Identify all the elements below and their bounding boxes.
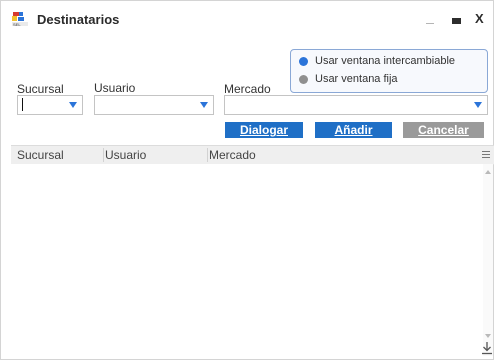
download-icon[interactable] bbox=[481, 341, 493, 355]
close-icon[interactable]: X bbox=[475, 12, 487, 25]
svg-text:SEL: SEL bbox=[13, 22, 21, 27]
sucursal-label: Sucursal bbox=[17, 82, 64, 96]
radio-label: Usar ventana intercambiable bbox=[315, 55, 456, 67]
anadir-button[interactable]: Añadir bbox=[315, 122, 392, 138]
column-header-sucursal[interactable]: Sucursal bbox=[11, 146, 107, 164]
grid-menu-icon[interactable] bbox=[482, 151, 490, 159]
chevron-down-icon[interactable] bbox=[200, 102, 208, 108]
grid-body bbox=[11, 164, 483, 356]
title-bar[interactable]: SEL Destinatarios X bbox=[1, 1, 493, 37]
mercado-label: Mercado bbox=[224, 82, 271, 96]
chevron-down-icon[interactable] bbox=[474, 102, 482, 108]
vertical-scrollbar[interactable] bbox=[483, 164, 493, 356]
grid-header: Sucursal Usuario Mercado bbox=[11, 145, 494, 165]
destinatarios-window: SEL Destinatarios X Usar ventana interca… bbox=[0, 0, 494, 360]
radio-unselected-icon bbox=[299, 75, 308, 84]
usuario-combobox[interactable] bbox=[94, 95, 214, 115]
scroll-up-icon[interactable] bbox=[485, 170, 491, 174]
column-header-usuario[interactable]: Usuario bbox=[103, 146, 207, 164]
mercado-combobox[interactable] bbox=[224, 95, 488, 115]
cancelar-button[interactable]: Cancelar bbox=[403, 122, 484, 138]
usuario-label: Usuario bbox=[94, 81, 136, 95]
dialogar-button[interactable]: Dialogar bbox=[225, 122, 303, 138]
radio-selected-icon bbox=[299, 57, 308, 66]
text-cursor bbox=[22, 98, 23, 111]
scroll-down-icon[interactable] bbox=[485, 334, 491, 338]
window-mode-panel: Usar ventana intercambiable Usar ventana… bbox=[290, 49, 488, 93]
column-header-mercado[interactable]: Mercado bbox=[207, 146, 469, 164]
radio-label: Usar ventana fija bbox=[315, 73, 398, 85]
app-logo-icon: SEL bbox=[12, 12, 28, 27]
sucursal-combobox[interactable] bbox=[17, 95, 83, 115]
maximize-icon[interactable] bbox=[451, 15, 463, 27]
window-title: Destinatarios bbox=[37, 12, 120, 27]
chevron-down-icon[interactable] bbox=[69, 102, 77, 108]
minimize-icon[interactable] bbox=[425, 15, 437, 27]
